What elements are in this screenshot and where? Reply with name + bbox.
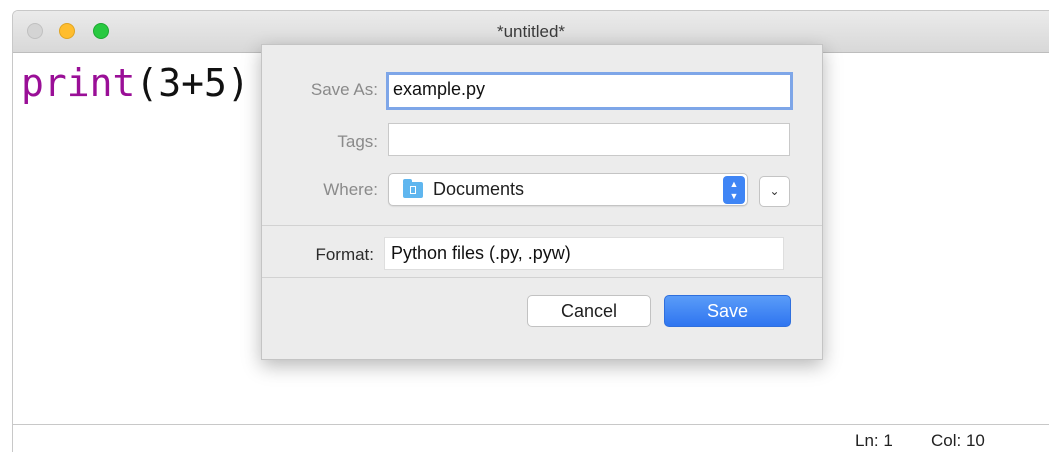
status-bar: Ln: 1 Col: 10: [13, 424, 1049, 452]
where-label: Where:: [323, 180, 378, 199]
chevron-down-icon: ⌄: [769, 184, 780, 198]
window-title: *untitled*: [496, 22, 566, 41]
folder-icon: [403, 179, 423, 198]
where-popup[interactable]: Documents ▲ ▼: [388, 173, 748, 206]
status-column: Col: 10: [931, 431, 985, 450]
save-as-input[interactable]: example.py: [386, 72, 793, 110]
status-line: Ln: 1: [855, 431, 893, 450]
code-keyword: print: [21, 61, 136, 105]
dialog-separator-2: [262, 277, 822, 278]
cancel-button[interactable]: Cancel: [527, 295, 651, 327]
code-text: (3+5): [135, 61, 250, 105]
code-editor[interactable]: print(3+5): [21, 63, 250, 103]
tags-label: Tags:: [337, 132, 378, 151]
where-value: Documents: [433, 179, 525, 199]
stepper-icon: ▲ ▼: [723, 176, 745, 204]
dialog-separator: [262, 225, 822, 226]
format-select[interactable]: Python files (.py, .pyw): [384, 237, 784, 270]
save-as-label: Save As:: [310, 80, 378, 99]
tags-input[interactable]: [388, 123, 790, 156]
format-label: Format:: [315, 245, 374, 264]
save-button[interactable]: Save: [664, 295, 791, 327]
expand-dialog-button[interactable]: ⌄: [759, 176, 790, 207]
save-dialog: Save As: example.py Tags: Where: Documen…: [261, 44, 823, 360]
